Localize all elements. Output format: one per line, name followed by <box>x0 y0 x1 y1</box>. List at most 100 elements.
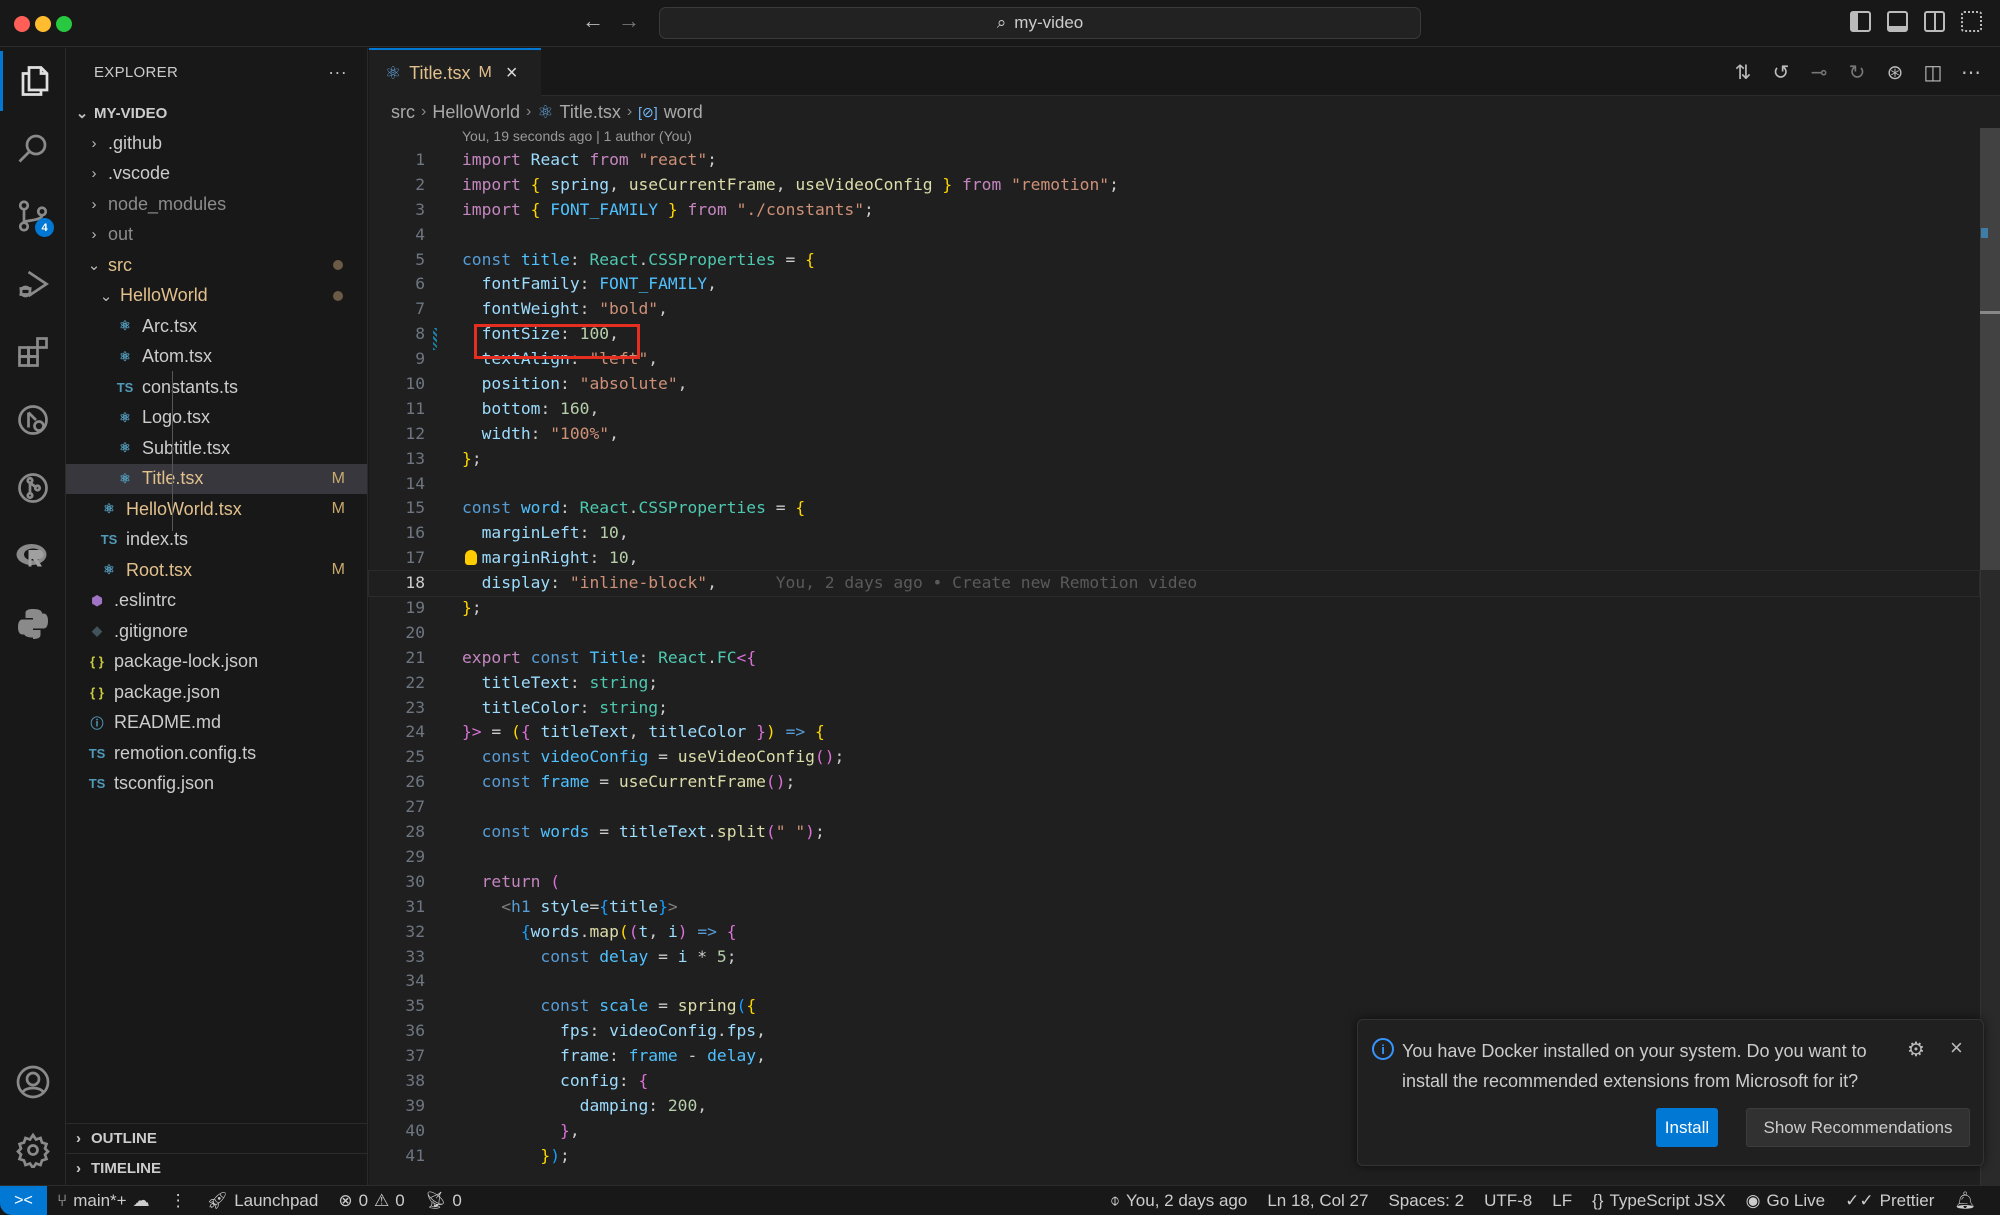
tree-file[interactable]: ⚛ Arc.tsx <box>66 311 367 341</box>
notification-settings-gear-icon[interactable]: ⚙ <box>1907 1037 1925 1062</box>
code-line[interactable]: 34 <box>369 969 1979 994</box>
code-line[interactable]: 11 bottom: 160, <box>369 397 1979 422</box>
accounts-icon[interactable] <box>0 1052 66 1112</box>
cursor-position[interactable]: Ln 18, Col 27 <box>1257 1191 1378 1211</box>
code-line[interactable]: 26 const frame = useCurrentFrame(); <box>369 770 1979 795</box>
python-icon[interactable] <box>0 594 66 654</box>
tree-file[interactable]: ⚛ Logo.tsx <box>66 403 367 433</box>
tree-file[interactable]: ⚛ Atom.tsx <box>66 342 367 372</box>
code-line[interactable]: 31 <h1 style={title}> <box>369 895 1979 920</box>
settings-gear-icon[interactable] <box>0 1120 66 1180</box>
git-blame-status[interactable]: ⌽ You, 2 days ago <box>1100 1191 1258 1211</box>
more-actions-icon[interactable]: ⋯ <box>1960 60 1982 85</box>
code-line[interactable]: 5 const title: React.CSSProperties = { <box>369 248 1979 273</box>
code-line[interactable]: 27 <box>369 795 1979 820</box>
toggle-primary-sidebar-icon[interactable] <box>1850 11 1871 32</box>
close-window-button[interactable] <box>14 16 30 32</box>
code-line[interactable]: 16 marginLeft: 10, <box>369 521 1979 546</box>
git-graph-icon[interactable]: ⋮ <box>160 1191 197 1211</box>
code-line[interactable]: 12 width: "100%", <box>369 422 1979 447</box>
code-line[interactable]: 19}; <box>369 596 1979 621</box>
problems-indicator[interactable]: ⊗ 0 ⚠ 0 <box>328 1191 414 1211</box>
blame-icon[interactable]: ⊸ <box>1808 60 1830 85</box>
code-line[interactable]: 8 fontSize: 100, <box>369 322 1979 347</box>
code-line[interactable]: 10 position: "absolute", <box>369 372 1979 397</box>
code-line[interactable]: 13}; <box>369 447 1979 472</box>
code-line[interactable]: 32 {words.map((t, i) => { <box>369 920 1979 945</box>
toggle-panel-icon[interactable] <box>1887 11 1908 32</box>
code-line[interactable]: 29 <box>369 845 1979 870</box>
code-line[interactable]: 21 export const Title: React.FC<{ <box>369 646 1979 671</box>
breadcrumb-item[interactable]: src <box>391 102 415 123</box>
scrollbar-thumb[interactable] <box>1980 128 2000 570</box>
tree-file[interactable]: ⚛Title.tsxM <box>66 463 367 494</box>
indentation[interactable]: Spaces: 2 <box>1378 1191 1474 1211</box>
go-live-button[interactable]: ◉ Go Live <box>1736 1191 1835 1211</box>
code-line[interactable]: 30 return ( <box>369 870 1979 895</box>
extensions-icon[interactable] <box>0 322 66 382</box>
search-icon[interactable] <box>0 118 66 178</box>
tree-file[interactable]: { } package.json <box>66 677 367 707</box>
close-tab-icon[interactable]: × <box>506 62 518 85</box>
tab-title-tsx[interactable]: ⚛ Title.tsx M × <box>369 48 541 96</box>
tree-folder[interactable]: › .vscode <box>66 159 367 189</box>
gitlens-icon[interactable] <box>0 458 66 518</box>
tree-folder[interactable]: › .github <box>66 128 367 158</box>
code-line[interactable]: 20 <box>369 621 1979 646</box>
tree-file[interactable]: TS tsconfig.json <box>66 769 367 799</box>
r-language-icon[interactable] <box>0 526 66 586</box>
modified-line-gutter-mark[interactable] <box>433 328 437 350</box>
gitlens-compare-icon[interactable]: ⊛ <box>1884 60 1906 85</box>
breadcrumb-item[interactable]: Title.tsx <box>560 102 621 123</box>
open-changes-icon[interactable]: ⇅ <box>1732 60 1754 85</box>
code-line[interactable]: 15 const word: React.CSSProperties = { <box>369 496 1979 521</box>
tree-file[interactable]: ⬢ .eslintrc <box>66 586 367 616</box>
code-line[interactable]: 23 titleColor: string; <box>369 696 1979 721</box>
code-line[interactable]: 3 import { FONT_FAMILY } from "./constant… <box>369 198 1979 223</box>
show-recommendations-button[interactable]: Show Recommendations <box>1746 1108 1970 1147</box>
codelens-authors[interactable]: You, 19 seconds ago | 1 author (You) <box>462 128 692 144</box>
gitlens-inspect-icon[interactable] <box>0 390 66 450</box>
code-line[interactable]: 17 marginRight: 10, <box>369 546 1979 571</box>
ports-indicator[interactable]: 📡︎ 0 <box>415 1191 472 1211</box>
previous-change-icon[interactable]: ↺ <box>1770 60 1792 85</box>
workspace-root[interactable]: ⌄ MY-VIDEO <box>66 98 367 128</box>
split-editor-icon[interactable]: ◫ <box>1922 60 1944 85</box>
breadcrumb-item[interactable]: word <box>664 102 703 123</box>
code-editor[interactable]: 1 import React from "react"; 2 import { spr… <box>368 148 1980 1169</box>
code-line[interactable]: 25 const videoConfig = useVideoConfig(); <box>369 745 1979 770</box>
explorer-more-actions-button[interactable]: ··· <box>328 62 347 83</box>
code-line[interactable]: 6 fontFamily: FONT_FAMILY, <box>369 272 1979 297</box>
outline-section-header[interactable]: › OUTLINE <box>66 1123 367 1153</box>
tree-folder[interactable]: ⌄ src <box>66 250 367 280</box>
tree-file[interactable]: TS remotion.config.ts <box>66 738 367 768</box>
back-arrow-icon[interactable]: ← <box>579 8 607 34</box>
code-line[interactable]: 24}> = ({ titleText, titleColor }) => { <box>369 720 1979 745</box>
branch-indicator[interactable]: ⑂ main*+ ☁ <box>47 1191 160 1211</box>
code-line[interactable]: 14 <box>369 472 1979 497</box>
toggle-secondary-sidebar-icon[interactable] <box>1924 11 1945 32</box>
code-line[interactable]: 2 import { spring, useCurrentFrame, useVi… <box>369 173 1979 198</box>
tree-file[interactable]: TS index.ts <box>66 525 367 555</box>
next-change-icon[interactable]: ↻ <box>1846 60 1868 85</box>
notification-close-icon[interactable]: × <box>1950 1035 1963 1061</box>
maximize-window-button[interactable] <box>56 16 72 32</box>
tree-file[interactable]: ◆ .gitignore <box>66 616 367 646</box>
tree-file[interactable]: { } package-lock.json <box>66 647 367 677</box>
timeline-section-header[interactable]: › TIMELINE <box>66 1153 367 1183</box>
end-of-line[interactable]: LF <box>1542 1191 1582 1211</box>
tree-file[interactable]: ⓘ README.md <box>66 708 367 738</box>
encoding[interactable]: UTF-8 <box>1474 1191 1542 1211</box>
language-mode[interactable]: {} TypeScript JSX <box>1582 1191 1736 1211</box>
launchpad-item[interactable]: 🚀︎ Launchpad <box>197 1191 329 1211</box>
forward-arrow-icon[interactable]: → <box>615 8 643 34</box>
source-control-icon[interactable]: 4 <box>0 186 66 246</box>
tree-folder[interactable]: › node_modules <box>66 189 367 219</box>
code-line[interactable]: 4 <box>369 223 1979 248</box>
lightbulb-icon[interactable] <box>465 550 477 565</box>
minimize-window-button[interactable] <box>35 16 51 32</box>
remote-indicator-icon[interactable]: >< <box>0 1185 47 1215</box>
code-line[interactable]: 7 fontWeight: "bold", <box>369 297 1979 322</box>
code-line[interactable]: 33 const delay = i * 5; <box>369 945 1979 970</box>
command-center-search[interactable]: ⌕ my-video <box>659 7 1421 39</box>
